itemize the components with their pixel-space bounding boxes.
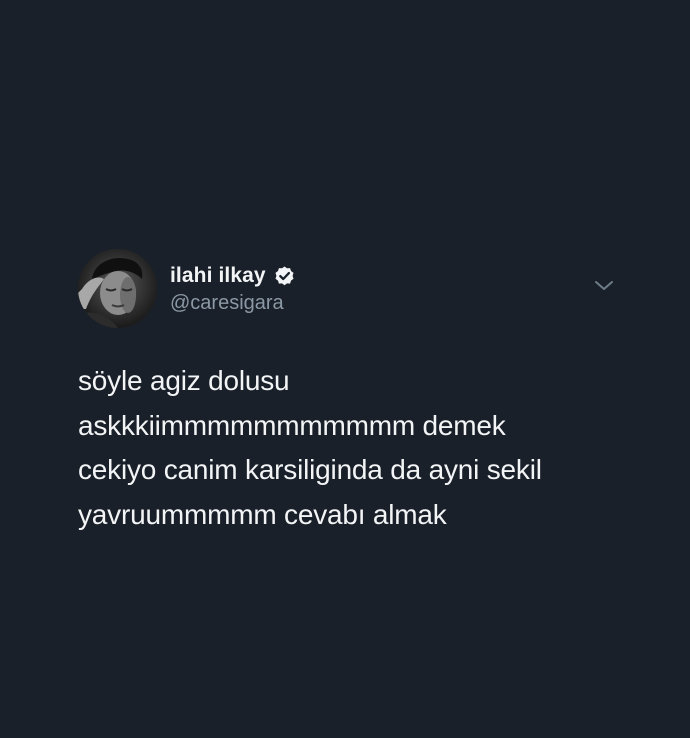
verified-badge-icon	[273, 265, 296, 288]
tweet-header: ilahi ilkay @caresigara	[78, 249, 618, 329]
tweet-text-line: yavruummmmm cevabı almak	[78, 498, 447, 530]
tweet-text: söyle agiz dolusu askkkiimmmmmmmmmmm dem…	[78, 359, 618, 537]
tweet-text-line: askkkiimmmmmmmmmmm demek	[78, 409, 506, 441]
handle[interactable]: @caresigara	[170, 292, 296, 315]
display-name-row: ilahi ilkay	[170, 263, 296, 289]
tweet-text-line: söyle agiz dolusu	[78, 365, 290, 396]
avatar[interactable]	[78, 249, 157, 328]
author-names: ilahi ilkay @caresigara	[170, 263, 296, 315]
tweet-card: ilahi ilkay @caresigara söyle agiz dolus…	[78, 249, 618, 537]
chevron-down-icon[interactable]	[593, 279, 615, 293]
tweet-text-line: cekiyo canim karsiliginda da ayni sekil	[78, 454, 542, 485]
display-name[interactable]: ilahi ilkay	[170, 264, 266, 288]
